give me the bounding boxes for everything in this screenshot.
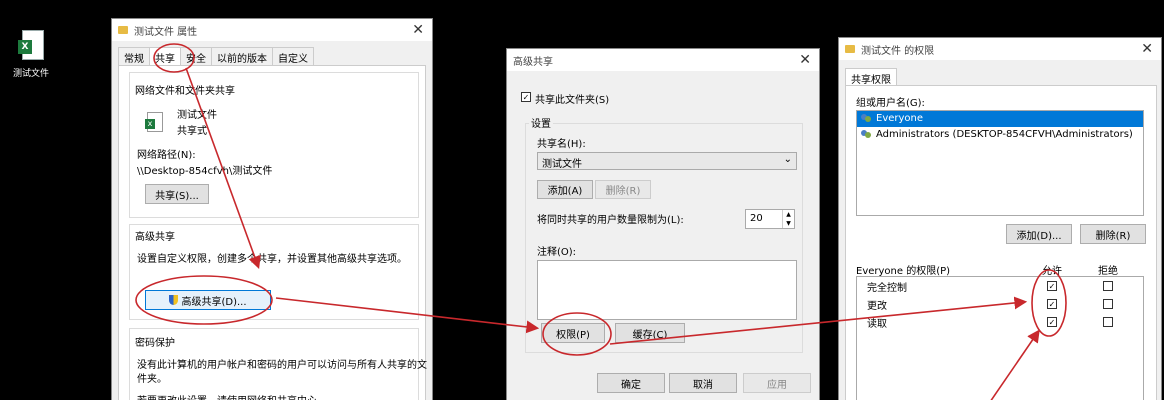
- user-limit-spinner[interactable]: 20 ▲ ▼: [745, 209, 795, 229]
- tab-general[interactable]: 常规: [118, 47, 150, 67]
- permissions-button[interactable]: 权限(P): [541, 323, 605, 343]
- user-name: Administrators (DESKTOP-854CFVH\Administ…: [876, 129, 1133, 140]
- comment-textarea[interactable]: [537, 260, 797, 320]
- comment-label: 注释(O):: [537, 247, 577, 258]
- close-icon[interactable]: ✕: [412, 22, 424, 38]
- perm-row-label: 更改: [867, 301, 887, 312]
- share-button[interactable]: 共享(S)...: [145, 184, 209, 204]
- tab-previous-versions[interactable]: 以前的版本: [211, 47, 273, 67]
- pwd-description-1: 没有此计算机的用户帐户和密码的用户可以访问与所有人共享的文: [137, 360, 427, 371]
- adv-description: 设置自定义权限，创建多个共享，并设置其他高级共享选项。: [137, 254, 407, 265]
- deny-checkbox[interactable]: [1103, 281, 1113, 291]
- settings-title: 设置: [529, 115, 553, 130]
- add-share-button[interactable]: 添加(A): [537, 180, 593, 199]
- perm-tabs: 共享权限: [839, 60, 1161, 88]
- net-path-label: 网络路径(N):: [137, 150, 196, 161]
- perm-row-label: 完全控制: [867, 283, 907, 294]
- list-item[interactable]: Administrators (DESKTOP-854CFVH\Administ…: [857, 127, 1143, 143]
- perm-panel: 组或用户名(G): Everyone Administrators (DESKT…: [845, 85, 1157, 400]
- remove-share-button[interactable]: 删除(R): [595, 180, 651, 199]
- uac-shield-icon: [169, 295, 179, 305]
- properties-titlebar: 测试文件 属性 ✕: [112, 19, 432, 41]
- desktop-file-icon[interactable]: X 测试文件: [6, 30, 56, 79]
- pwd-description-2: 件夹。: [137, 374, 167, 385]
- allow-checkbox[interactable]: ✓: [1047, 281, 1057, 291]
- adv-section-title: 高级共享: [135, 232, 175, 243]
- excel-file-icon: [145, 112, 163, 132]
- remove-user-button[interactable]: 删除(R): [1080, 224, 1146, 244]
- adv-title: 高级共享: [513, 56, 553, 68]
- chevron-down-icon: ⌄: [783, 154, 792, 165]
- user-limit-value: 20: [750, 213, 763, 224]
- permissions-dialog: 测试文件 的权限 ✕ 共享权限 组或用户名(G): Everyone Admin…: [838, 37, 1162, 400]
- perm-titlebar: 测试文件 的权限 ✕: [839, 38, 1161, 60]
- ok-button[interactable]: 确定: [597, 373, 665, 393]
- share-name-value: 测试文件: [542, 159, 582, 170]
- tab-sharing[interactable]: 共享: [149, 47, 181, 67]
- folder-icon: [118, 26, 128, 34]
- advanced-sharing-button[interactable]: 高级共享(D)...: [145, 290, 271, 310]
- share-name-select[interactable]: 测试文件 ⌄: [537, 152, 797, 170]
- user-list[interactable]: Everyone Administrators (DESKTOP-854CFVH…: [856, 110, 1144, 216]
- allow-checkbox[interactable]: ✓: [1047, 299, 1057, 309]
- perm-title: 测试文件 的权限: [861, 45, 935, 57]
- user-group-icon: [861, 114, 873, 124]
- share-folder-label: 共享此文件夹(S): [535, 95, 610, 106]
- allow-header: 允许: [1042, 266, 1062, 277]
- share-folder-checkbox[interactable]: ✓: [521, 92, 531, 102]
- properties-tabs: 常规 共享 安全 以前的版本 自定义: [112, 41, 432, 67]
- file-name: 测试文件: [177, 110, 217, 121]
- window-title: 测试文件 属性: [134, 26, 198, 38]
- tab-customize[interactable]: 自定义: [272, 47, 314, 67]
- user-group-icon: [861, 130, 873, 140]
- net-section-title: 网络文件和文件夹共享: [135, 86, 235, 97]
- adv-titlebar: 高级共享 ✕: [507, 49, 819, 71]
- tab-security[interactable]: 安全: [180, 47, 212, 67]
- caching-button[interactable]: 缓存(C): [615, 323, 685, 343]
- spinner-arrows-icon[interactable]: ▲ ▼: [782, 210, 794, 228]
- advanced-sharing-label: 高级共享(D)...: [181, 296, 247, 308]
- list-item[interactable]: Everyone: [857, 111, 1143, 127]
- perm-for-label: Everyone 的权限(P): [856, 266, 951, 277]
- deny-header: 拒绝: [1098, 266, 1118, 277]
- user-limit-label: 将同时共享的用户数量限制为(L):: [537, 215, 684, 226]
- properties-window: 测试文件 属性 ✕ 常规 共享 安全 以前的版本 自定义 网络文件和文件夹共享 …: [111, 18, 433, 400]
- deny-checkbox[interactable]: [1103, 299, 1113, 309]
- allow-checkbox[interactable]: ✓: [1047, 317, 1057, 327]
- sharing-panel: 网络文件和文件夹共享 测试文件 共享式 网络路径(N): \\Desktop-8…: [118, 65, 427, 400]
- file-share-state: 共享式: [177, 126, 207, 137]
- group-label: 组或用户名(G):: [856, 98, 925, 109]
- add-user-button[interactable]: 添加(D)...: [1006, 224, 1072, 244]
- apply-button[interactable]: 应用: [743, 373, 811, 393]
- close-icon[interactable]: ✕: [799, 52, 811, 68]
- pwd-section-title: 密码保护: [135, 338, 175, 349]
- desktop-icon-label: 测试文件: [12, 69, 49, 79]
- net-path: \\Desktop-854cfvh\测试文件: [137, 166, 273, 177]
- advanced-sharing-dialog: 高级共享 ✕ ✓ 共享此文件夹(S) 设置 共享名(H): 测试文件 ⌄ 添加(…: [506, 48, 820, 400]
- pwd-description-3: 若要更改此设置，请使用网络和共享中心。: [137, 392, 327, 400]
- deny-checkbox[interactable]: [1103, 317, 1113, 327]
- excel-file-icon: X: [18, 30, 44, 62]
- perm-row-label: 读取: [867, 319, 887, 330]
- close-icon[interactable]: ✕: [1141, 41, 1153, 57]
- user-name: Everyone: [876, 113, 924, 124]
- folder-icon: [845, 45, 855, 53]
- cancel-button[interactable]: 取消: [669, 373, 737, 393]
- permission-table: 完全控制 ✓ 更改 ✓ 读取 ✓: [856, 276, 1144, 400]
- share-name-label: 共享名(H):: [537, 139, 586, 150]
